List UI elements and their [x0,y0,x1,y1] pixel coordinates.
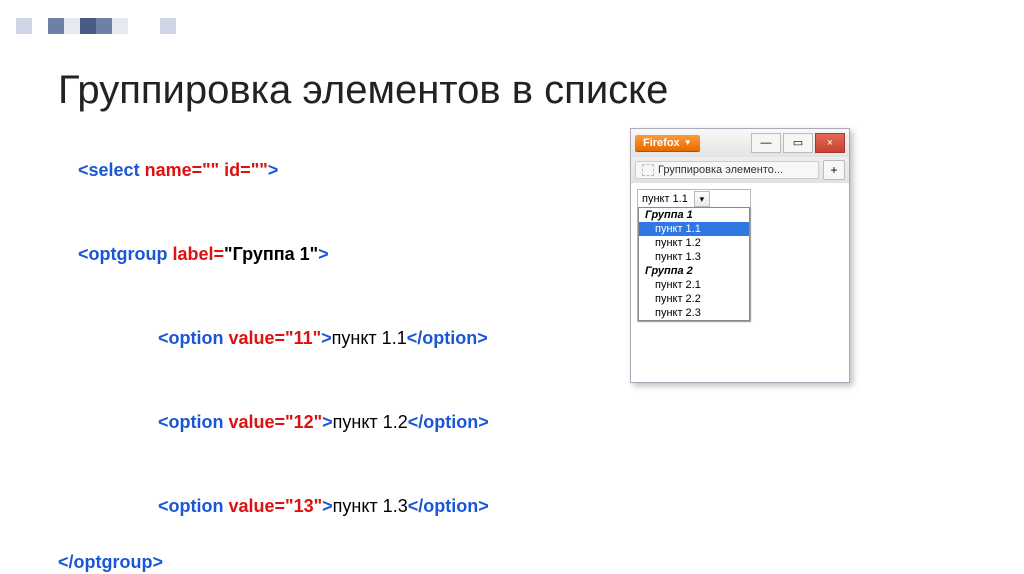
new-tab-button[interactable]: + [823,160,845,180]
slide-decoration [0,18,176,34]
chevron-down-icon: ▾ [694,191,710,207]
chevron-down-icon: ▼ [684,138,692,147]
tab-title: Группировка элементо... [658,164,783,176]
attr-value: "Группа 1" [224,244,318,264]
option-1-3[interactable]: пункт 1.3 [639,250,749,264]
bracket: > [268,160,279,180]
option-2-2[interactable]: пункт 2.2 [639,292,749,306]
window-titlebar: Firefox ▼ — ▭ × [631,129,849,157]
select-current-value: пункт 1.1 [642,193,688,205]
firefox-label: Firefox [643,137,680,149]
tag-select-open: <select [78,160,145,180]
select-closed[interactable]: пункт 1.1 ▾ [638,190,750,208]
code-example: <select name="" id=""> <optgroup label="… [58,128,489,574]
attr-value-11: value="11" [229,328,322,348]
firefox-menu-button[interactable]: Firefox ▼ [635,135,700,152]
slide-title: Группировка элементов в списке [58,68,668,113]
tag-optgroup-close: </optgroup> [58,552,163,572]
page-content: пункт 1.1 ▾ Группа 1 пункт 1.1 пункт 1.2… [631,183,849,382]
browser-tab[interactable]: Группировка элементо... [635,161,819,179]
maximize-button[interactable]: ▭ [783,133,813,153]
document-icon [642,164,654,176]
select-element[interactable]: пункт 1.1 ▾ Группа 1 пункт 1.1 пункт 1.2… [637,189,751,322]
close-button[interactable]: × [815,133,845,153]
tag-optgroup-open: <optgroup [78,244,172,264]
select-dropdown: Группа 1 пункт 1.1 пункт 1.2 пункт 1.3 Г… [638,207,750,321]
option-2-1[interactable]: пункт 2.1 [639,278,749,292]
optgroup-label-2: Группа 2 [639,264,749,278]
minimize-button[interactable]: — [751,133,781,153]
browser-window: Firefox ▼ — ▭ × Группировка элементо... … [630,128,850,383]
attr-name-id: name="" id="" [145,160,268,180]
tag-option-open: <option [158,328,229,348]
optgroup-label-1: Группа 1 [639,208,749,222]
bracket: > [318,244,329,264]
option-1-1[interactable]: пункт 1.1 [639,222,749,236]
option-1-2[interactable]: пункт 1.2 [639,236,749,250]
tab-bar: Группировка элементо... + [631,157,849,183]
attr-label: label= [173,244,225,264]
option-2-3[interactable]: пункт 2.3 [639,306,749,320]
